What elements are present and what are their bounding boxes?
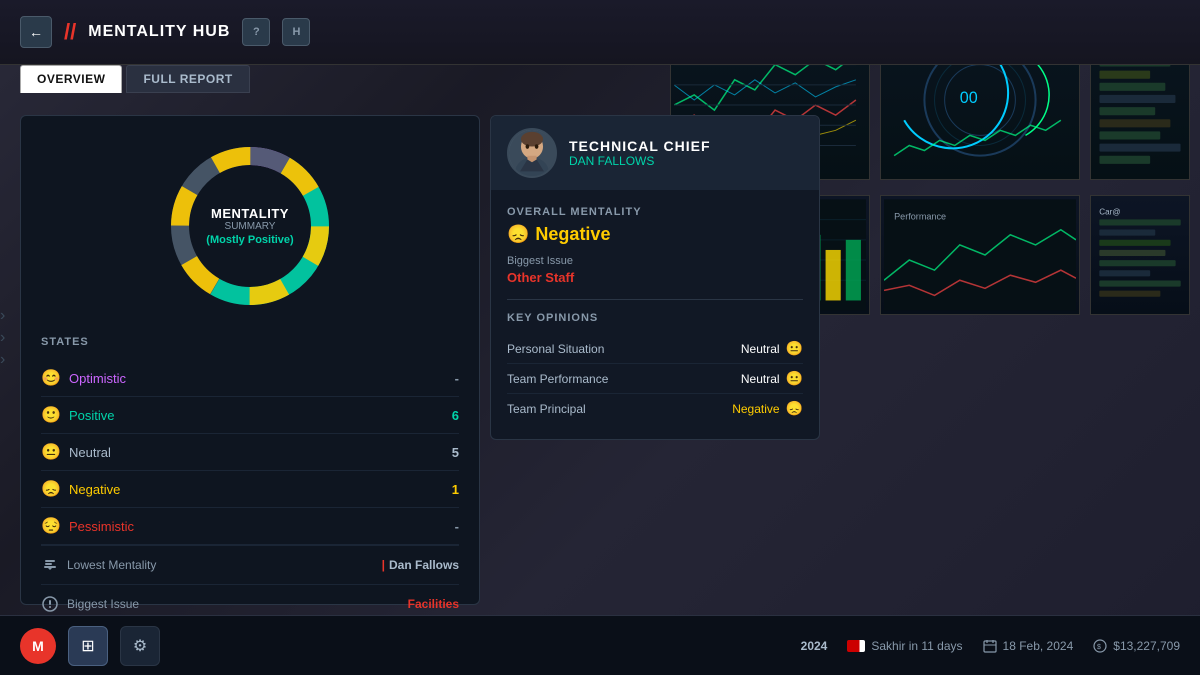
svg-text:Car@: Car@ [1099,207,1120,216]
states-title: STATES [41,336,459,348]
page-title: MENTALITY HUB [88,23,230,41]
grid-view-button[interactable]: ⊞ [68,626,108,666]
tech-card-header: TECHNICAL CHIEF DAN FALLOWS [491,116,819,190]
state-row-optimistic: 😊 Optimistic - [41,360,459,397]
key-opinions-title: KEY OPINIONS [507,299,803,324]
pessimistic-label: Pessimistic [69,519,134,534]
state-row-pessimistic: 😔 Pessimistic - [41,508,459,545]
team-principal-label: Team Principal [507,402,586,416]
opinion-row-team-perf: Team Performance Neutral 😐 [507,364,803,394]
main-panel: MENTALITY SUMMARY (Mostly Positive) STAT… [20,115,480,605]
back-button[interactable]: ← [20,16,52,48]
tech-name: DAN FALLOWS [569,154,711,168]
donut-chart-container: MENTALITY SUMMARY (Mostly Positive) [41,136,459,316]
positive-count: 6 [452,408,459,423]
svg-text:$: $ [1097,644,1101,651]
tab-overview[interactable]: OVERVIEW [20,65,122,93]
neutral-label: Neutral [69,445,111,460]
tech-biggest-issue-value: Other Staff [507,270,803,285]
header-slash: // [64,19,76,45]
bg-screen-6: Car@ [1090,195,1190,315]
help-icon[interactable]: ? [242,18,270,46]
lowest-mentality-value: | Dan Fallows [382,558,459,572]
state-row-positive: 🙂 Positive 6 [41,397,459,434]
tech-avatar [507,128,557,178]
personal-situation-label: Personal Situation [507,342,604,356]
brand-logo: M [20,628,56,664]
negative-emoji: 😞 [41,479,61,499]
optimistic-count: - [455,371,459,386]
pessimistic-count: - [455,519,459,534]
tech-biggest-issue-label: Biggest Issue [507,255,803,267]
state-row-negative: 😞 Negative 1 [41,471,459,508]
year-display: 2024 [801,639,828,653]
pessimistic-emoji: 😔 [41,516,61,536]
overall-mentality-label: OVERALL MENTALITY [507,206,803,218]
state-row-neutral: 😐 Neutral 5 [41,434,459,471]
date-display: 18 Feb, 2024 [983,639,1074,653]
biggest-issue-icon [41,595,59,613]
opinion-row-team-principal: Team Principal Negative 😞 [507,394,803,423]
optimistic-emoji: 😊 [41,368,61,388]
personal-situation-value: Neutral 😐 [741,340,803,357]
negative-label: Negative [69,482,120,497]
biggest-issue-label: Biggest Issue [67,597,139,611]
tech-card-body: OVERALL MENTALITY 😞 Negative Biggest Iss… [491,190,819,439]
opinion-row-personal: Personal Situation Neutral 😐 [507,334,803,364]
overall-mentality-value: 😞 Negative [507,224,803,245]
money-icon: $ [1093,639,1107,653]
location-display: Sakhir in 11 days [847,639,962,653]
tech-card: TECHNICAL CHIEF DAN FALLOWS OVERALL MENT… [490,115,820,440]
tab-full-report[interactable]: FULL REPORT [126,65,249,93]
bahrain-flag [847,640,865,652]
bg-screen-5: Performance [880,195,1080,315]
status-bar: 2024 Sakhir in 11 days 18 Feb, 2024 $ $1… [801,639,1180,653]
team-principal-value: Negative 😞 [732,400,803,417]
money-display: $ $13,227,709 [1093,639,1180,653]
tech-role: TECHNICAL CHIEF [569,138,711,154]
side-navigation: › › › [0,307,5,369]
calendar-icon [983,639,997,653]
hub-icon[interactable]: H [282,18,310,46]
positive-emoji: 🙂 [41,405,61,425]
neutral-emoji: 😐 [41,442,61,462]
donut-label: MENTALITY SUMMARY (Mostly Positive) [206,206,293,246]
biggest-issue-value: Facilities [408,597,459,611]
tech-info: TECHNICAL CHIEF DAN FALLOWS [569,138,711,168]
team-performance-label: Team Performance [507,372,608,386]
negative-count: 1 [452,482,459,497]
svg-text:00: 00 [960,89,978,107]
lowest-mentality-row: Lowest Mentality | Dan Fallows [41,545,459,584]
lowest-mentality-label: Lowest Mentality [67,558,156,572]
lowest-mentality-icon [41,556,59,574]
header-bar: ← // MENTALITY HUB ? H [0,0,1200,65]
neutral-count: 5 [452,445,459,460]
team-performance-value: Neutral 😐 [741,370,803,387]
svg-text:Performance: Performance [894,212,946,222]
tab-bar: OVERVIEW FULL REPORT [20,65,250,93]
mentality-value-text: Negative [535,224,610,245]
optimistic-label: Optimistic [69,371,126,386]
positive-label: Positive [69,408,115,423]
bottom-bar: M ⊞ ⚙ 2024 Sakhir in 11 days 18 Feb, 202… [0,615,1200,675]
settings-button[interactable]: ⚙ [120,626,160,666]
